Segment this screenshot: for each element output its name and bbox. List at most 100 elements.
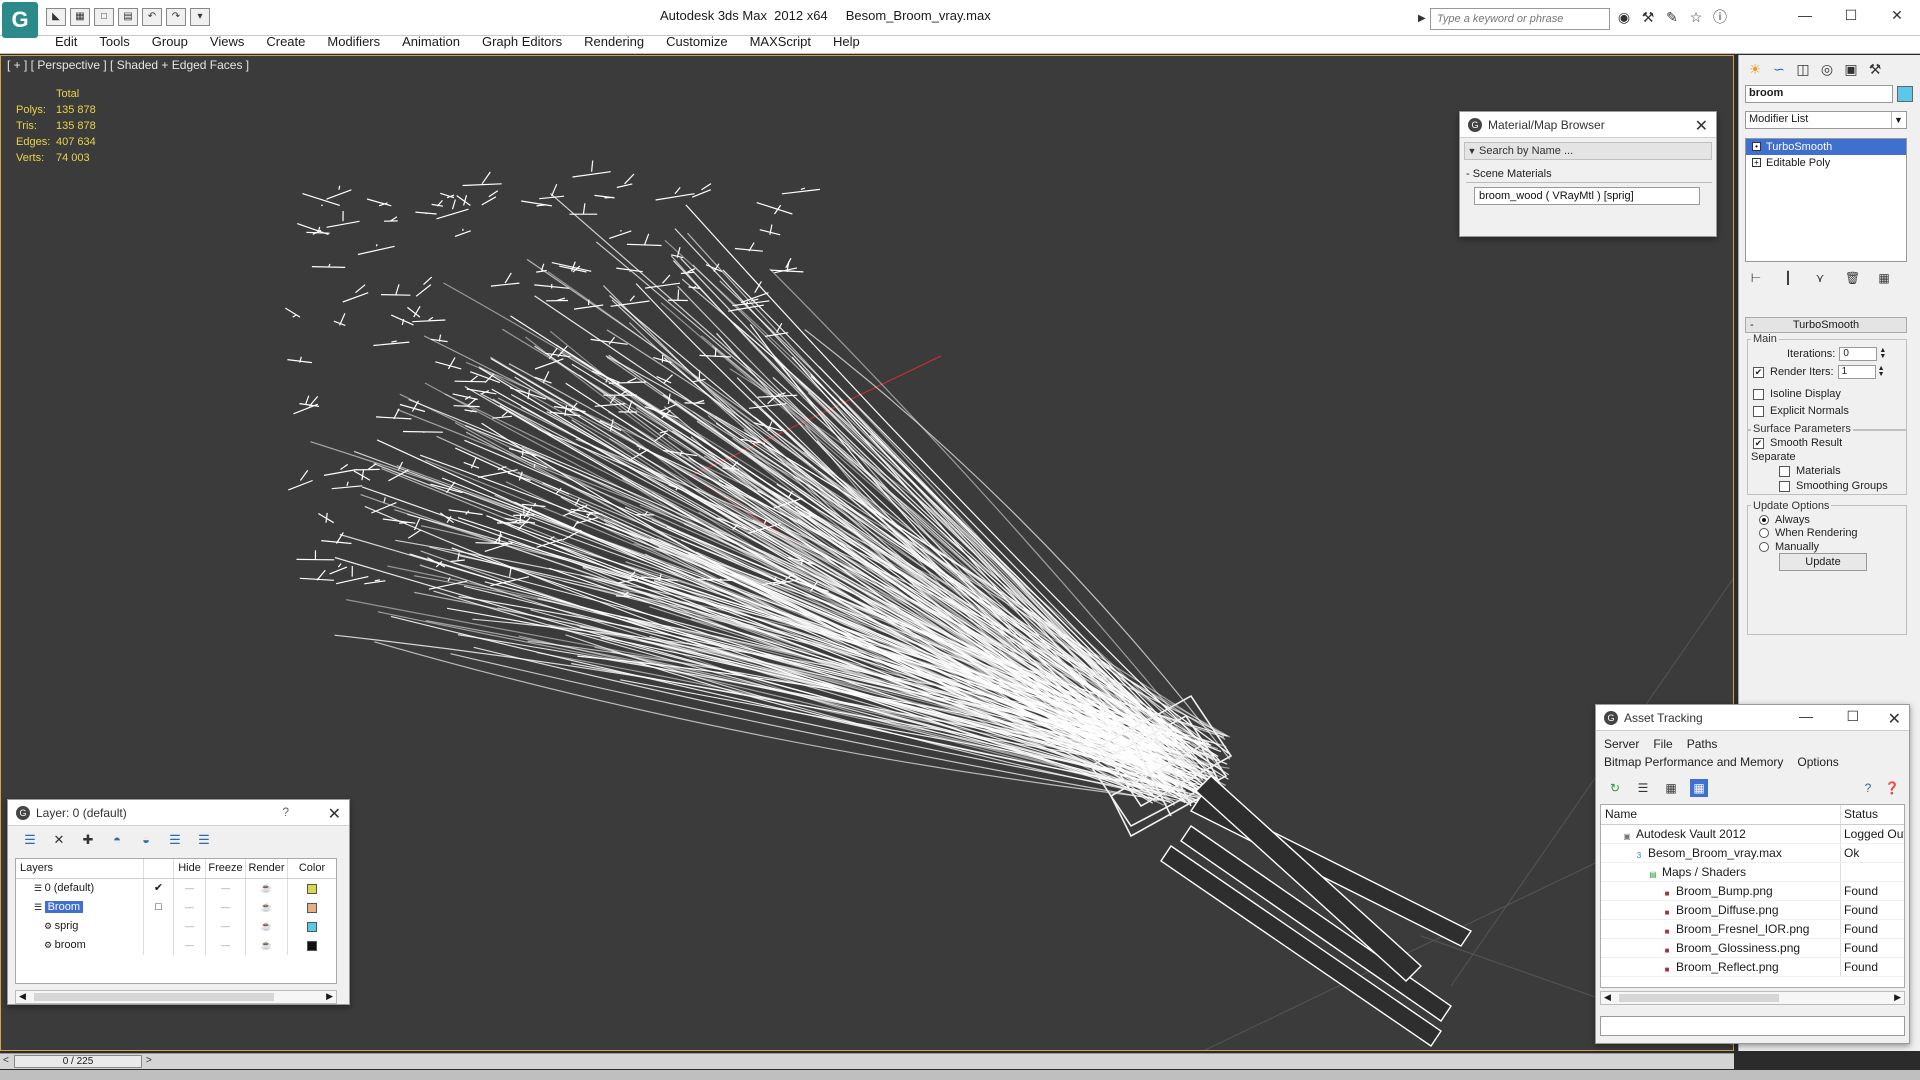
asset-menu-options[interactable]: Options bbox=[1797, 755, 1838, 769]
layer-horizontal-scrollbar[interactable]: ◀ ▶ bbox=[15, 990, 337, 1004]
menu-views[interactable]: Views bbox=[199, 33, 255, 53]
asset-path-input[interactable] bbox=[1600, 1016, 1905, 1036]
spinner-arrows-icon[interactable]: ▲ ▼ bbox=[1878, 365, 1885, 378]
freeze-toggle[interactable]: — bbox=[206, 936, 246, 955]
isoline-checkbox[interactable] bbox=[1753, 388, 1764, 400]
layer-column-header[interactable]: Hide bbox=[174, 859, 206, 878]
hide-toggle[interactable]: — bbox=[174, 898, 206, 917]
scene-materials-section[interactable]: - Scene Materials bbox=[1466, 168, 1712, 183]
expand-plus-icon[interactable]: + bbox=[1752, 158, 1761, 167]
help-button[interactable]: ? bbox=[282, 805, 289, 819]
smooth-result-row[interactable]: ✔ Smooth Result bbox=[1753, 437, 1842, 449]
menu-animation[interactable]: Animation bbox=[391, 33, 471, 53]
viewport-label[interactable]: [ + ] [ Perspective ] [ Shaded + Edged F… bbox=[7, 58, 249, 72]
layer-column-header[interactable] bbox=[144, 859, 174, 878]
current-layer-toggle[interactable]: □ bbox=[144, 898, 174, 917]
create-layer-icon[interactable]: ☰ bbox=[20, 831, 40, 849]
minimize-icon[interactable]: — bbox=[1782, 0, 1828, 30]
app-logo-icon[interactable]: G bbox=[2, 2, 38, 38]
smoothing-groups-row[interactable]: Smoothing Groups bbox=[1779, 480, 1888, 492]
name-column-header[interactable]: Name bbox=[1601, 805, 1841, 824]
render-iters-spinner[interactable]: 1 bbox=[1837, 365, 1876, 379]
current-layer-toggle[interactable] bbox=[144, 917, 174, 936]
materials-checkbox[interactable] bbox=[1779, 465, 1790, 477]
save-file-icon[interactable]: ▦ bbox=[70, 8, 90, 26]
triangle-down-icon[interactable]: ▼ bbox=[1465, 146, 1479, 156]
asset-name-cell[interactable]: ■ Broom_Reflect.png bbox=[1601, 958, 1841, 976]
menu-edit[interactable]: Edit bbox=[44, 33, 88, 53]
qa-dropdown-icon[interactable]: ▾ bbox=[190, 8, 210, 26]
layer-name-cell[interactable]: ⚙ sprig bbox=[16, 917, 144, 936]
modifier-list-dropdown[interactable]: Modifier List ▼ bbox=[1745, 111, 1907, 129]
hide-toggle[interactable]: — bbox=[174, 879, 206, 898]
freeze-all-layers-icon[interactable]: ☰ bbox=[194, 831, 214, 849]
freeze-toggle[interactable]: — bbox=[206, 898, 246, 917]
previous-frame-icon[interactable]: < bbox=[3, 1055, 9, 1066]
time-slider[interactable]: 0 / 225 bbox=[14, 1055, 142, 1068]
layer-column-header[interactable]: Render bbox=[246, 859, 288, 878]
asset-name-cell[interactable]: 3 Besom_Broom_vray.max bbox=[1601, 844, 1841, 862]
asset-row[interactable]: ▣ Autodesk Vault 2012 Logged Out bbox=[1601, 825, 1904, 844]
show-end-result-icon[interactable]: ┃ bbox=[1781, 271, 1795, 287]
track-bar[interactable] bbox=[0, 1070, 1920, 1080]
update-button[interactable]: Update bbox=[1779, 553, 1867, 571]
maximize-icon[interactable]: ☐ bbox=[1828, 0, 1874, 30]
close-icon[interactable]: ✕ bbox=[328, 804, 341, 824]
always-radio-row[interactable]: Always bbox=[1759, 514, 1810, 526]
freeze-toggle[interactable]: — bbox=[206, 917, 246, 936]
asset-name-cell[interactable]: ■ Broom_Glossiness.png bbox=[1601, 939, 1841, 957]
menu-customize[interactable]: Customize bbox=[655, 33, 738, 53]
next-frame-icon[interactable]: > bbox=[146, 1055, 152, 1066]
render-toggle[interactable]: ☕ bbox=[246, 898, 288, 917]
manually-radio-row[interactable]: Manually bbox=[1759, 541, 1819, 553]
highlight-layer-icon[interactable]: ◒ bbox=[136, 831, 156, 849]
motion-tab-icon[interactable]: ◎ bbox=[1817, 59, 1837, 79]
render-toggle[interactable]: ☕ bbox=[246, 936, 288, 955]
close-icon[interactable]: ✕ bbox=[1874, 0, 1920, 30]
layer-column-header[interactable]: Color bbox=[288, 859, 336, 878]
layer-row[interactable]: ☰ Broom □ — — ☕ bbox=[16, 898, 336, 917]
scroll-left-icon[interactable]: ◀ bbox=[1604, 992, 1611, 1003]
material-browser-titlebar[interactable]: G Material/Map Browser ✕ bbox=[1460, 112, 1716, 138]
context-help-icon[interactable]: ❓ bbox=[1883, 779, 1901, 797]
display-tab-icon[interactable]: ▣ bbox=[1841, 59, 1861, 79]
isoline-display-row[interactable]: Isoline Display bbox=[1753, 388, 1841, 400]
hold-icon[interactable]: ▤ bbox=[118, 8, 138, 26]
asset-name-cell[interactable]: ■ Broom_Fresnel_IOR.png bbox=[1601, 920, 1841, 938]
when-rendering-radio-row[interactable]: When Rendering bbox=[1759, 527, 1858, 539]
modifier-stack-item[interactable]: + Editable Poly bbox=[1746, 155, 1906, 171]
explicit-normals-row[interactable]: Explicit Normals bbox=[1753, 405, 1849, 417]
explicit-normals-checkbox[interactable] bbox=[1753, 405, 1764, 417]
asset-name-cell[interactable]: ▣ Autodesk Vault 2012 bbox=[1601, 825, 1841, 843]
smooth-result-checkbox[interactable]: ✔ bbox=[1753, 437, 1764, 449]
asset-row[interactable]: 3 Besom_Broom_vray.max Ok bbox=[1601, 844, 1904, 863]
scroll-right-icon[interactable]: ▶ bbox=[326, 991, 333, 1002]
delete-layer-icon[interactable]: ✕ bbox=[49, 831, 69, 849]
modifier-stack-item[interactable]: • TurboSmooth bbox=[1746, 139, 1906, 155]
open-file-icon[interactable]: ◣ bbox=[46, 8, 66, 26]
asset-horizontal-scrollbar[interactable]: ◀ ▶ bbox=[1600, 991, 1905, 1005]
close-icon[interactable]: ✕ bbox=[1695, 116, 1708, 136]
scroll-thumb[interactable] bbox=[34, 993, 274, 1001]
layer-name-cell[interactable]: ☰ Broom bbox=[16, 898, 144, 917]
menu-rendering[interactable]: Rendering bbox=[573, 33, 655, 53]
menu-create[interactable]: Create bbox=[255, 33, 316, 53]
asset-menu-paths[interactable]: Paths bbox=[1687, 737, 1718, 751]
menu-group[interactable]: Group bbox=[141, 33, 199, 53]
spinner-arrows-icon[interactable]: ▲ ▼ bbox=[1879, 347, 1886, 360]
utilities-tab-icon[interactable]: ⚒ bbox=[1865, 59, 1885, 79]
iterations-spinner[interactable]: 0 bbox=[1839, 347, 1878, 361]
help-icon[interactable]: ⓘ bbox=[1711, 8, 1729, 26]
search-expand-icon[interactable]: ▶ bbox=[1418, 8, 1430, 30]
asset-tracking-titlebar[interactable]: G Asset Tracking — ☐ ✕ bbox=[1596, 705, 1909, 731]
new-file-icon[interactable]: □ bbox=[94, 8, 114, 26]
create-tab-icon[interactable]: ☀ bbox=[1745, 59, 1765, 79]
remove-modifier-icon[interactable]: 🗑 bbox=[1845, 271, 1860, 287]
object-name-field[interactable]: broom bbox=[1745, 85, 1893, 103]
menu-graph-editors[interactable]: Graph Editors bbox=[471, 33, 573, 53]
status-column-header[interactable]: Status bbox=[1841, 805, 1904, 824]
scroll-right-icon[interactable]: ▶ bbox=[1894, 992, 1901, 1003]
select-objects-icon[interactable]: ◓ bbox=[107, 831, 127, 849]
turbosmooth-rollout-header[interactable]: - TurboSmooth bbox=[1745, 317, 1907, 333]
chevron-down-icon[interactable]: ▼ bbox=[1891, 112, 1905, 128]
